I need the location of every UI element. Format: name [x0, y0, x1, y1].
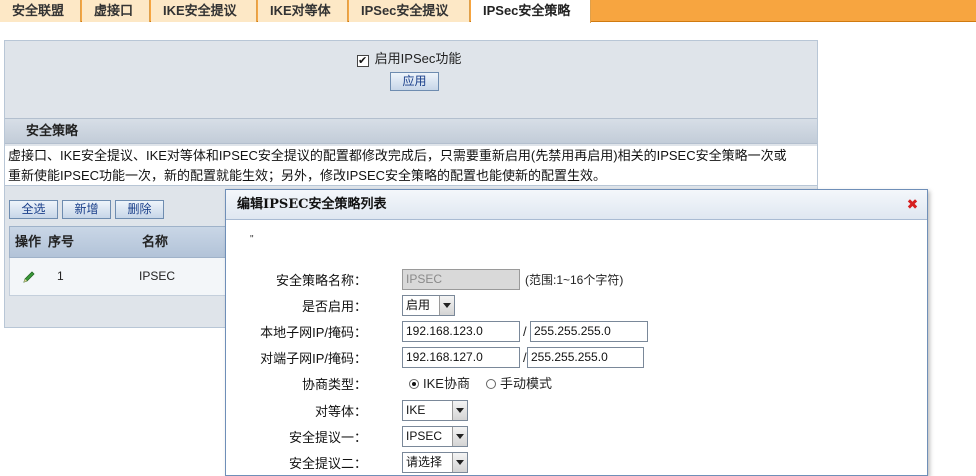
field-local-subnet: 本地子网IP/掩码： 192.168.123.0 / 255.255.255.0: [226, 321, 927, 345]
close-x-icon[interactable]: ✖: [906, 197, 919, 211]
edit-policy-dialog: 编辑IPSEC安全策略列表 ✖ " 安全策略名称： IPSEC (范围:1~16…: [225, 189, 928, 476]
row-seq: 1: [57, 269, 64, 283]
negotiation-manual-option[interactable]: 手动模式: [486, 373, 552, 395]
local-mask-input[interactable]: 255.255.255.0: [530, 321, 648, 342]
select-all-button[interactable]: 全选: [9, 200, 58, 219]
policy-name-label: 安全策略名称：: [275, 273, 367, 288]
row-name: IPSEC: [139, 269, 176, 283]
field-peer: 对等体： IKE: [226, 400, 927, 424]
notice-line-1: 虚接口、IKE安全提议、IKE对等体和IPSEC安全提议的配置都修改完成后，只需…: [8, 148, 787, 163]
remote-subnet-label: 对端子网IP/掩码：: [260, 351, 367, 366]
enabled-value: 启用: [406, 298, 431, 312]
edit-pencil-icon[interactable]: [22, 258, 36, 294]
local-slash: /: [523, 324, 527, 339]
proposal-2-label: 安全提议二：: [288, 456, 367, 471]
tab-ike-peer[interactable]: IKE对等体: [258, 0, 348, 22]
field-enabled: 是否启用： 启用: [226, 295, 927, 319]
field-negotiation: 协商类型： IKE协商 手动模式: [226, 373, 927, 397]
chevron-down-icon: [452, 401, 467, 420]
tab-ike-proposal[interactable]: IKE安全提议: [151, 0, 257, 22]
proposal-1-select[interactable]: IPSEC: [402, 426, 468, 447]
dialog-title: 编辑IPSEC安全策略列表: [226, 190, 927, 220]
tab-ipsec-proposal[interactable]: IPSec安全提议: [349, 0, 470, 22]
proposal-2-select[interactable]: 请选择: [402, 452, 468, 473]
policy-name-input[interactable]: IPSEC: [402, 269, 520, 290]
local-ip-input[interactable]: 192.168.123.0: [402, 321, 520, 342]
manual-option-label: 手动模式: [500, 376, 553, 391]
proposal-2-value: 请选择: [406, 455, 443, 469]
remote-mask-input[interactable]: 255.255.255.0: [527, 347, 644, 368]
enabled-select[interactable]: 启用: [402, 295, 455, 316]
peer-select[interactable]: IKE: [402, 400, 468, 421]
negotiation-ike-option[interactable]: IKE协商: [409, 373, 470, 395]
peer-label: 对等体：: [314, 404, 367, 419]
radio-ike[interactable]: [409, 379, 419, 389]
field-remote-subnet: 对端子网IP/掩码： 192.168.127.0 / 255.255.255.0: [226, 347, 927, 371]
tab-bar: 安全联盟 虚接口 IKE安全提议 IKE对等体 IPSec安全提议 IPSec安…: [0, 0, 976, 23]
field-proposal-1: 安全提议一： IPSEC: [226, 426, 927, 450]
negotiation-label: 协商类型：: [301, 377, 367, 392]
enable-ipsec-label: 启用IPSec功能: [374, 51, 462, 66]
policy-name-hint: (范围:1~16个字符): [525, 273, 624, 287]
proposal-1-label: 安全提议一：: [288, 430, 367, 445]
proposal-1-value: IPSEC: [406, 429, 443, 443]
chevron-down-icon: [452, 453, 467, 472]
field-proposal-2: 安全提议二： 请选择: [226, 452, 927, 476]
local-subnet-label: 本地子网IP/掩码：: [260, 325, 367, 340]
tab-ipsec-policy[interactable]: IPSec安全策略: [471, 0, 591, 23]
tab-security-alliance[interactable]: 安全联盟: [0, 0, 81, 22]
notice-line-2: 重新使能IPSEC功能一次，新的配置就能生效；另外，修改IPSEC安全策略的配置…: [8, 168, 607, 183]
section-title: 安全策略: [5, 118, 817, 144]
radio-manual[interactable]: [486, 379, 496, 389]
enable-ipsec-checkbox[interactable]: ✔: [356, 55, 369, 67]
field-policy-name: 安全策略名称： IPSEC (范围:1~16个字符): [226, 269, 927, 293]
ike-option-label: IKE协商: [423, 376, 470, 391]
apply-button[interactable]: 应用: [390, 72, 439, 91]
notice-text: 虚接口、IKE安全提议、IKE对等体和IPSEC安全提议的配置都修改完成后，只需…: [5, 146, 817, 186]
tab-virtual-interface[interactable]: 虚接口: [82, 0, 150, 22]
enabled-label: 是否启用：: [301, 299, 367, 314]
chevron-down-icon: [439, 296, 454, 315]
header-op: 操作: [15, 234, 42, 249]
dialog-mark: ": [250, 234, 254, 245]
enable-ipsec-row: ✔ 启用IPSec功能: [0, 48, 818, 68]
add-button[interactable]: 新增: [62, 200, 111, 219]
chevron-down-icon: [452, 427, 467, 446]
delete-button[interactable]: 删除: [115, 200, 164, 219]
remote-ip-input[interactable]: 192.168.127.0: [402, 347, 520, 368]
header-name: 名称: [142, 234, 169, 249]
peer-value: IKE: [406, 403, 426, 417]
header-seq: 序号: [48, 234, 75, 249]
